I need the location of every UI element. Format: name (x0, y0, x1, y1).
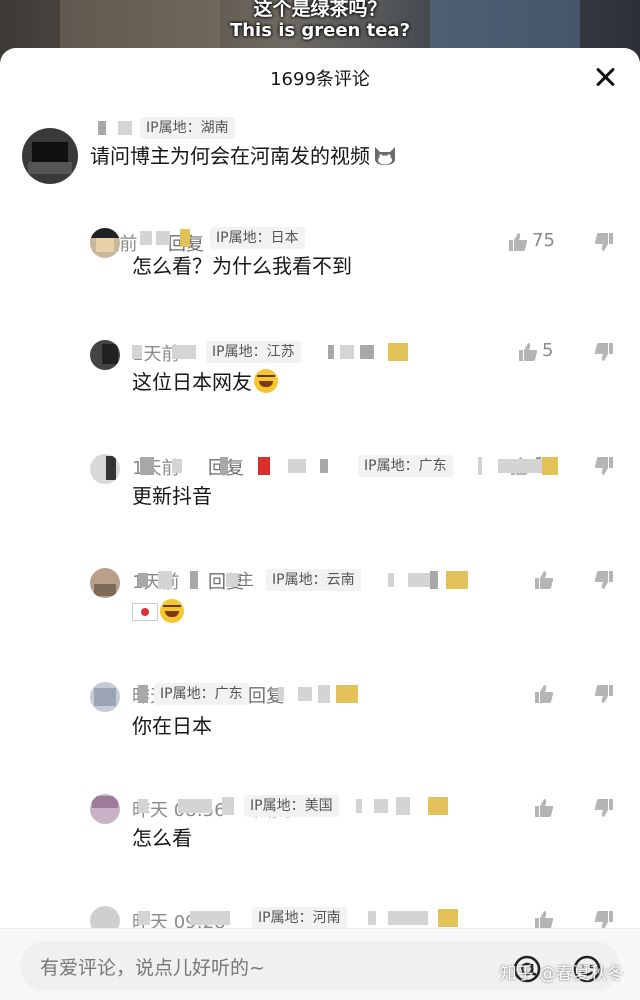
username-blurred (430, 571, 438, 589)
comment-text: 怎么看？为什么我看不到 (132, 254, 352, 278)
comment-text (132, 598, 184, 626)
username-blurred (226, 573, 238, 587)
avatar[interactable] (90, 568, 120, 598)
username-blurred (368, 911, 376, 925)
username-blurred (388, 573, 394, 587)
avatar[interactable] (22, 128, 78, 184)
ip-location: IP属地：云南 (266, 569, 361, 591)
ip-location: IP属地：美国 (244, 795, 339, 817)
username-blurred (396, 797, 410, 815)
username-blurred (190, 911, 230, 925)
comment-text: 更新抖音 (132, 484, 212, 508)
username-blurred (98, 121, 106, 135)
username-blurred (190, 571, 198, 589)
comment-meta: IP属地：湖南 (90, 117, 610, 139)
sheet-header: 1699条评论 (0, 48, 640, 108)
username-blurred (138, 911, 150, 925)
username-blurred (172, 345, 196, 359)
username-blurred (156, 231, 170, 245)
username-blurred (318, 685, 330, 703)
username-blurred (278, 687, 284, 701)
username-blurred (498, 459, 542, 473)
username-blurred (340, 345, 354, 359)
username-blurred (298, 687, 312, 701)
avatar[interactable] (90, 682, 120, 712)
comment-meta: IP属地：河南 (132, 907, 612, 929)
avatar[interactable] (90, 454, 120, 484)
comment-text-content: 这位日本网友 (132, 370, 252, 394)
ip-location: IP属地：湖南 (140, 117, 235, 139)
username-blurred (138, 685, 148, 703)
ip-location: IP属地：广东 (358, 455, 453, 477)
username-blurred (388, 911, 428, 925)
comment-count-title: 1699条评论 (270, 69, 370, 90)
username-tail: 主 (238, 570, 255, 589)
cat-icon (375, 147, 395, 165)
username-blurred (158, 571, 172, 589)
username-blurred (132, 345, 142, 359)
ip-location: IP属地：日本 (210, 227, 305, 249)
avatar[interactable] (90, 340, 120, 370)
ip-location: IP属地：广东 (154, 683, 249, 705)
ip-location: IP属地：江苏 (206, 341, 301, 363)
username-blurred (220, 457, 228, 475)
username-blurred (178, 799, 212, 813)
close-icon[interactable] (592, 64, 618, 90)
comment-input-placeholder: 有爱评论，说点儿好听的~ (40, 957, 265, 979)
username-blurred (258, 457, 270, 475)
username-blurred (320, 459, 328, 473)
comment-meta: IP属地：美国 (132, 795, 612, 817)
ip-location: IP属地：河南 (252, 907, 347, 929)
username-blurred (336, 685, 358, 703)
username-blurred (180, 229, 190, 247)
username-blurred (118, 121, 132, 135)
comment-meta: 主 IP属地：云南 (132, 569, 612, 591)
username-blurred (172, 459, 182, 473)
avatar[interactable] (90, 228, 120, 258)
username-blurred (360, 345, 374, 359)
username-blurred (288, 459, 306, 473)
username-blurred (356, 799, 362, 813)
username-blurred (374, 799, 388, 813)
laughing-crying-face-icon (254, 369, 278, 393)
comment-text: 你在日本 (132, 714, 212, 738)
comment-text: 怎么看 (132, 826, 192, 850)
username-blurred (140, 457, 154, 475)
username-blurred (222, 797, 234, 815)
comment-meta: IP属地：江苏 (132, 341, 612, 363)
username-blurred (542, 457, 558, 475)
comment-text: 请问博主为何会在河南发的视频 (90, 142, 398, 170)
username-blurred (408, 573, 430, 587)
japan-flag-icon (132, 603, 158, 621)
comment-meta: IP属地：广东 (132, 455, 612, 477)
comment-sheet: 1699条评论 IP属地：湖南 请问博主为何会在河南发的视频 1天前 回复 75 (0, 48, 640, 1000)
comment-meta: IP属地：日本 (132, 227, 612, 249)
username-blurred (438, 909, 458, 927)
laughing-crying-face-icon (160, 599, 184, 623)
avatar[interactable] (90, 794, 120, 824)
video-subtitle-english: This is green tea? (229, 20, 411, 41)
watermark: 知乎 @春夏秋冬 (499, 964, 624, 984)
username-blurred (138, 799, 148, 813)
comment-meta: IP属地：广东 (132, 683, 612, 705)
comment-text: 这位日本网友 (132, 368, 278, 396)
username-blurred (388, 343, 408, 361)
comment-text-content: 请问博主为何会在河南发的视频 (90, 144, 370, 168)
username-blurred (138, 573, 148, 587)
username-blurred (428, 797, 448, 815)
username-blurred (446, 571, 468, 589)
username-blurred (140, 231, 152, 245)
video-subtitle-chinese: 这个是绿茶吗？ (253, 0, 387, 20)
username-blurred (478, 457, 482, 475)
username-blurred (328, 345, 334, 359)
